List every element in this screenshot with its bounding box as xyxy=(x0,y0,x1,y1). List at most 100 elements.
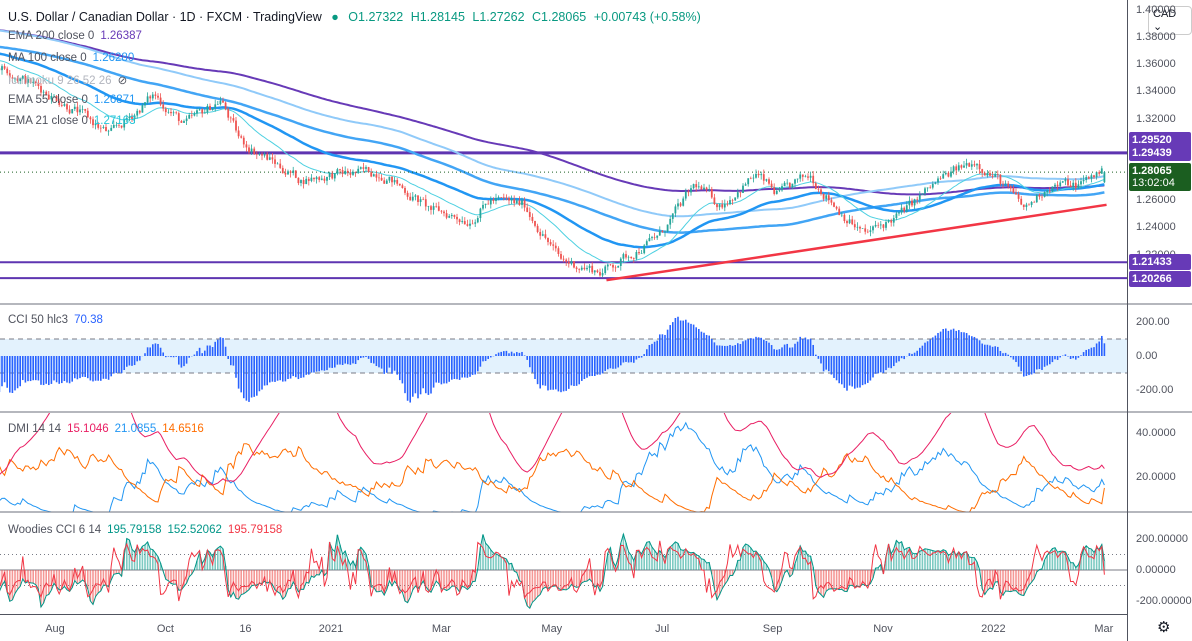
candle-body xyxy=(866,231,869,233)
candle-body xyxy=(775,190,778,194)
candle-body xyxy=(487,203,490,205)
symbol-title[interactable]: U.S. Dollar / Canadian Dollar · 1D · FXC… xyxy=(8,10,322,24)
candle-body xyxy=(981,169,984,174)
woodies-bar xyxy=(29,570,32,583)
cci-bar xyxy=(778,349,781,356)
candle-body xyxy=(396,179,399,184)
cci-bar xyxy=(516,352,518,356)
woodies-bar xyxy=(261,570,263,584)
candle xyxy=(866,229,869,234)
woodies-bar xyxy=(404,570,406,601)
candle-body xyxy=(734,197,737,201)
woodies-bar xyxy=(152,549,154,570)
chart-plot-area[interactable] xyxy=(0,0,1127,613)
cci-bar xyxy=(895,356,898,363)
candle-body xyxy=(528,211,531,217)
woodies-bar xyxy=(835,570,838,589)
candle-body xyxy=(645,241,648,246)
legend-ma100[interactable]: MA 100 close 0 1.26280 xyxy=(8,52,140,64)
cci-bar xyxy=(435,356,437,383)
cci-bar xyxy=(1012,356,1015,360)
woodies-bar xyxy=(926,549,929,570)
candle-body xyxy=(159,97,162,105)
candle-body xyxy=(580,267,583,270)
candle-body xyxy=(391,176,393,183)
woodies-bar xyxy=(913,553,916,570)
candle xyxy=(960,164,963,170)
cci-bar xyxy=(370,356,372,363)
cci-bar xyxy=(609,356,612,369)
cci-bar xyxy=(27,356,29,382)
candle xyxy=(734,197,737,201)
candle xyxy=(640,249,643,254)
candle-body xyxy=(378,177,380,179)
candle xyxy=(786,179,789,186)
candle-body xyxy=(547,237,549,243)
candle-body xyxy=(791,183,794,188)
candle-body xyxy=(575,267,578,269)
indicator-value: 15.1046 xyxy=(67,423,109,435)
cci-bar xyxy=(789,347,791,356)
candle xyxy=(1043,191,1046,198)
cci-bar xyxy=(817,356,820,359)
cci-bar xyxy=(68,356,71,384)
candle-body xyxy=(209,105,211,111)
cci-bar xyxy=(105,356,107,379)
hidden-eye-icon[interactable]: ⊘ xyxy=(118,75,128,87)
candle-body xyxy=(71,109,74,114)
candle-body xyxy=(513,199,516,204)
cci-bar xyxy=(66,356,68,383)
candle-body xyxy=(435,206,438,207)
candle-body xyxy=(996,174,999,175)
candle-body xyxy=(250,148,253,153)
candle xyxy=(315,175,318,184)
candle-body xyxy=(237,130,240,137)
candle xyxy=(149,94,152,103)
candle-body xyxy=(359,167,362,169)
cci-bar xyxy=(347,356,349,365)
legend-ema55[interactable]: EMA 55 close 0 1.26871 xyxy=(8,94,141,106)
time-axis[interactable]: Aug Oct 16 2021 Mar May Jul Sep Nov 2022 Mar xyxy=(0,614,1127,641)
candle xyxy=(487,200,490,205)
candle xyxy=(443,210,445,217)
candle xyxy=(963,161,965,168)
candle-body xyxy=(1080,181,1082,185)
woodies-bar xyxy=(653,550,656,570)
candle-body xyxy=(874,224,877,227)
candle-body xyxy=(510,199,513,201)
woodies-bar xyxy=(521,570,523,583)
candle xyxy=(656,235,659,240)
candle-body xyxy=(518,200,521,205)
cci-bar xyxy=(393,356,396,371)
cci-bar xyxy=(679,320,682,356)
cci-bar xyxy=(700,331,703,356)
cci-bar xyxy=(149,347,151,356)
candle-body xyxy=(1028,204,1030,206)
woodies-bar xyxy=(456,570,458,589)
cci-bar xyxy=(1101,335,1103,356)
pane-divider[interactable] xyxy=(0,303,1192,305)
woodies-bar xyxy=(952,551,955,570)
cci-bar xyxy=(300,356,302,378)
settings-gear-icon[interactable]: ⚙ xyxy=(1157,618,1170,636)
legend-ema200[interactable]: EMA 200 close 0 1.26387 xyxy=(8,30,148,42)
candle xyxy=(424,194,427,211)
candle-body xyxy=(42,91,45,93)
candle xyxy=(294,170,297,179)
legend-ema21[interactable]: EMA 21 close 0 1.27163 xyxy=(8,115,141,127)
legend-ichimoku[interactable]: Ichimoku 9 26 52 26 ⊘ xyxy=(8,73,133,87)
cci-bar xyxy=(802,338,804,356)
pane-divider[interactable] xyxy=(0,411,1192,413)
legend-cci[interactable]: CCI 50 hlc3 70.38 xyxy=(8,314,109,326)
legend-dmi[interactable]: DMI 14 14 15.1046 21.0855 14.6516 xyxy=(8,423,210,435)
candle-body xyxy=(339,169,341,171)
legend-woodies-cci[interactable]: Woodies CCI 6 14 195.79158 152.52062 195.79… xyxy=(8,524,288,536)
candle xyxy=(625,250,627,260)
candle xyxy=(414,193,417,201)
pane-divider[interactable] xyxy=(0,511,1192,513)
price-axis[interactable]: CAD ⌄ 1.40000 1.38000 1.36000 1.34000 1.3200… xyxy=(1127,0,1192,641)
cci-bar xyxy=(708,335,710,356)
candle xyxy=(175,111,178,115)
candle-body xyxy=(916,199,919,200)
cci-bar xyxy=(885,356,887,371)
